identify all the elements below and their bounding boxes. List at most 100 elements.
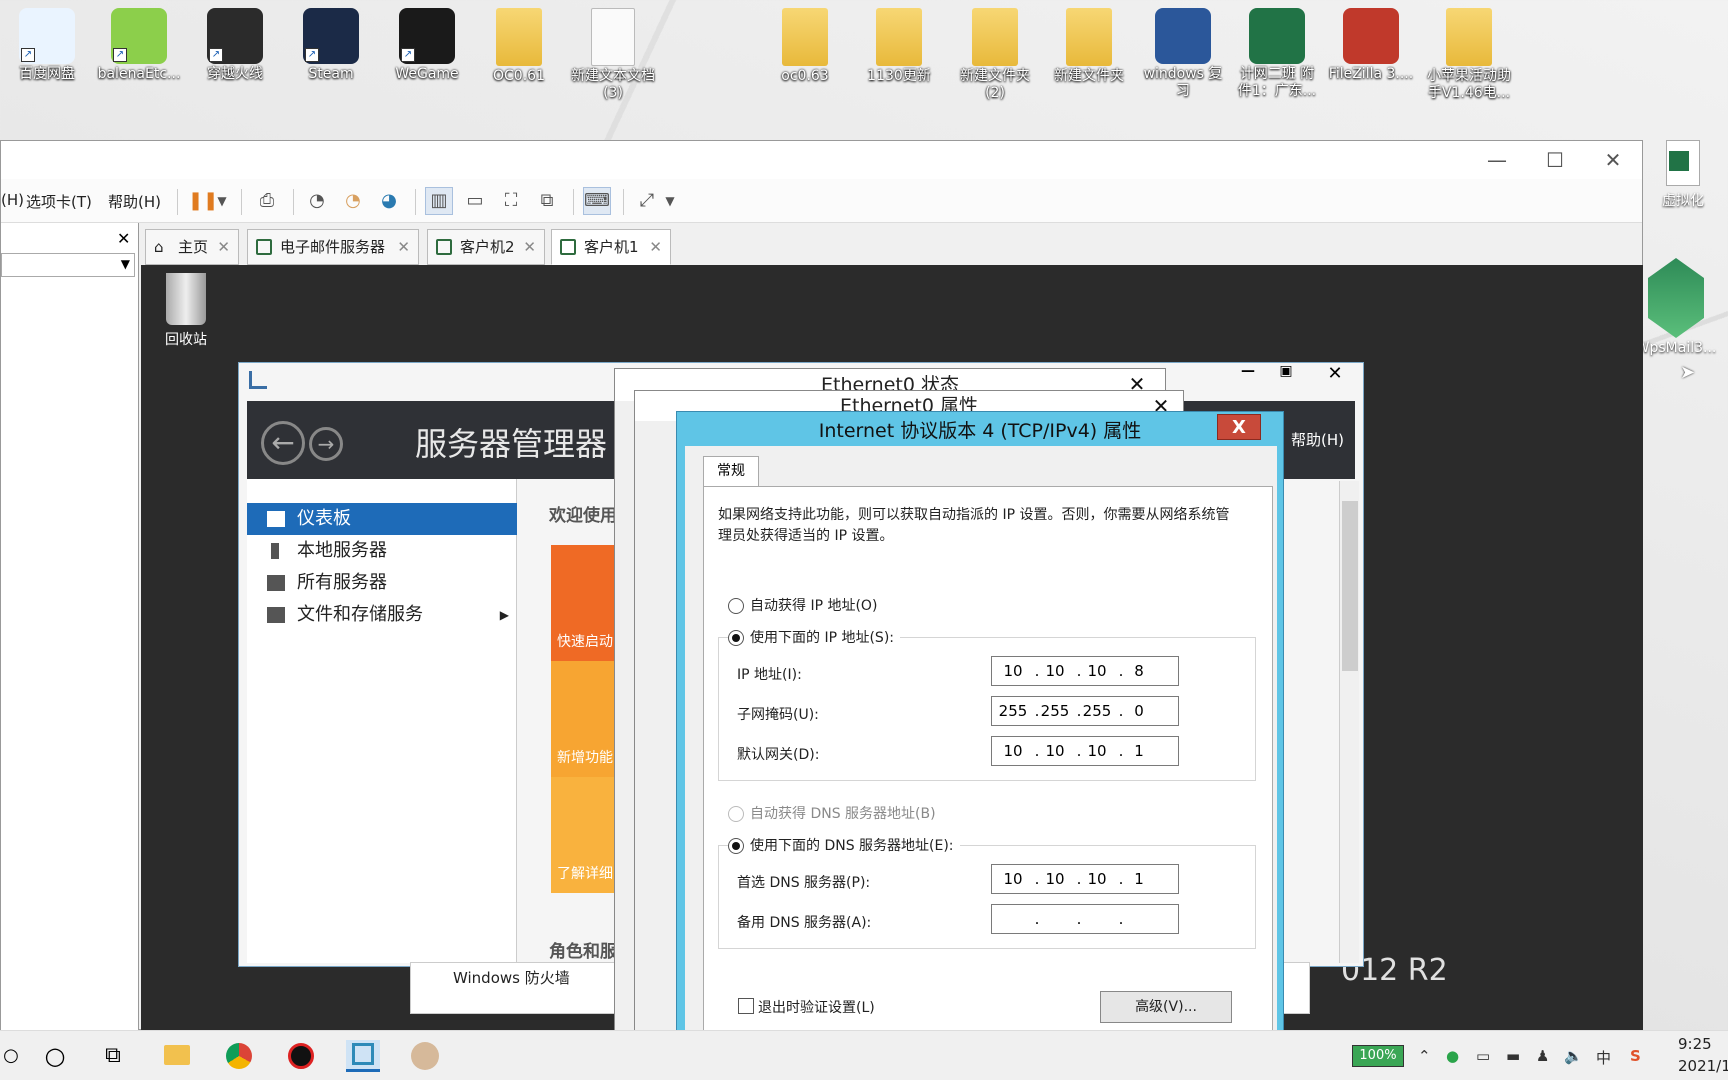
desktop-icon[interactable]: 1130更新 — [854, 8, 944, 85]
device-icon[interactable]: ▬ — [1506, 1047, 1520, 1065]
full-screen-icon[interactable]: ⛶ — [497, 187, 525, 215]
ip-octet[interactable]: 0 — [1122, 702, 1156, 720]
console-view-icon[interactable]: ⌨ — [583, 187, 611, 215]
menu-help-partial[interactable]: (H) — [1, 191, 24, 209]
auto-ip-radio[interactable]: 自动获得 IP 地址(O) — [728, 597, 877, 615]
ip-octet[interactable]: 10 — [1080, 742, 1114, 760]
unity-icon[interactable]: ⧉ — [533, 187, 561, 215]
manual-ip-radio[interactable]: 使用下面的 IP 地址(S): — [728, 629, 900, 647]
tab-close-icon[interactable]: ✕ — [397, 230, 410, 264]
ip-octet[interactable]: 255 — [1038, 702, 1072, 720]
default-gateway-field[interactable]: 10. 10. 10. 1 — [991, 736, 1179, 766]
tab-close-icon[interactable]: ✕ — [649, 230, 662, 264]
search-icon[interactable]: ○ — [38, 1040, 72, 1072]
desktop-icon[interactable]: FileZilla 3.... — [1326, 8, 1416, 83]
ime-indicator[interactable]: 中 — [1596, 1047, 1611, 1068]
ip-octet[interactable]: 10 — [1038, 742, 1072, 760]
revert-snapshot-icon[interactable]: ◔ — [339, 187, 367, 215]
desktop-icon[interactable]: oc0.63 — [760, 8, 850, 85]
tab-close-icon[interactable]: ✕ — [217, 230, 230, 264]
dropdown-arrow-icon[interactable]: ▼ — [213, 187, 231, 215]
ip-octet[interactable]: 1 — [1122, 870, 1156, 888]
battery-indicator[interactable]: 100% — [1352, 1045, 1404, 1067]
scrollbar-thumb[interactable] — [1342, 501, 1358, 671]
show-library-icon[interactable]: ▥ — [425, 187, 453, 215]
library-close-icon[interactable]: ✕ — [117, 229, 130, 248]
tab-home[interactable]: ⌂ 主页 ✕ — [145, 229, 239, 265]
nav-all-servers[interactable]: 所有服务器 — [247, 567, 517, 599]
pause-icon[interactable]: ❚❚ — [187, 187, 218, 215]
tab-close-icon[interactable]: ✕ — [523, 230, 536, 264]
tab-email-server[interactable]: 电子邮件服务器 ✕ — [247, 229, 419, 265]
menu-help[interactable]: 帮助(H) — [108, 191, 161, 212]
record-icon[interactable] — [284, 1040, 318, 1072]
desktop-icon[interactable]: windows 复 习 — [1138, 8, 1228, 100]
ip-octet[interactable]: 10 — [1080, 870, 1114, 888]
preferred-dns-field[interactable]: 10. 10. 10. 1 — [991, 864, 1179, 894]
send-ctrl-alt-del-icon[interactable]: ⎙ — [253, 187, 281, 215]
start-icon[interactable]: ○ — [0, 1040, 28, 1072]
ip-address-field[interactable]: 10. 10. 10. 8 — [991, 656, 1179, 686]
qq-icon[interactable]: ♟ — [1536, 1047, 1549, 1065]
manual-dns-radio[interactable]: 使用下面的 DNS 服务器地址(E): — [728, 837, 960, 855]
ip-octet[interactable]: 10 — [1038, 662, 1072, 680]
server-manager-minimize-button[interactable]: — — [1231, 363, 1265, 389]
menu-tabs[interactable]: 选项卡(T) — [26, 191, 92, 212]
server-manager-help-menu[interactable]: 帮助(H) — [1291, 429, 1344, 450]
snapshot-manager-icon[interactable]: ◕ — [375, 187, 403, 215]
desktop-icon[interactable]: 新建文本文档 (3) — [568, 8, 658, 102]
desktop-icon[interactable]: ↗ 穿越火线 — [190, 8, 280, 83]
desktop-icon[interactable]: ↗ balenaEtc... — [94, 8, 184, 83]
desktop-icon-virtualization[interactable]: 虚拟化 — [1640, 140, 1726, 210]
file-explorer-icon[interactable] — [160, 1040, 194, 1072]
ipv4-close-button[interactable]: X — [1217, 414, 1261, 440]
desktop-icon[interactable]: 小苹果活动助 手V1.46电... — [1424, 8, 1514, 102]
clock-date[interactable]: 2021/1 — [1678, 1057, 1728, 1075]
back-button[interactable]: ← — [261, 421, 305, 465]
desktop-icon[interactable]: OC0.61 — [474, 8, 564, 85]
snapshot-icon[interactable]: ◔ — [303, 187, 331, 215]
close-button[interactable]: ✕ — [1584, 141, 1642, 179]
stretch-guest-icon[interactable]: ⤢ — [633, 187, 661, 215]
ip-octet[interactable]: 10 — [996, 742, 1030, 760]
show-hidden-icons-icon[interactable]: ⌃ — [1418, 1047, 1431, 1065]
network-icon[interactable]: ▭ — [1476, 1047, 1490, 1065]
ip-octet[interactable]: 10 — [1080, 662, 1114, 680]
wechat-icon[interactable]: ● — [1446, 1047, 1459, 1065]
alternate-dns-field[interactable]: ... — [991, 904, 1179, 934]
maximize-button[interactable]: ☐ — [1526, 141, 1584, 179]
nav-dashboard[interactable]: 仪表板 — [247, 503, 517, 535]
server-manager-maximize-button[interactable]: ▣ — [1269, 363, 1303, 389]
forward-button[interactable]: → — [309, 427, 343, 461]
desktop-icon[interactable]: 新建文件夹 — [1044, 8, 1134, 85]
desktop-icon[interactable]: ↗ WeGame — [382, 8, 472, 83]
desktop-icon[interactable]: ↗ 百度网盘 — [2, 8, 92, 83]
app-taskbar-icon[interactable] — [408, 1040, 442, 1072]
task-view-icon[interactable]: ⧉ — [96, 1040, 130, 1072]
desktop-icon[interactable]: 新建文件夹 (2) — [950, 8, 1040, 102]
recycle-bin[interactable]: 回收站 — [151, 273, 221, 349]
tab-client1[interactable]: 客户机1 ✕ — [551, 229, 671, 265]
advanced-button[interactable]: 高级(V)... — [1100, 991, 1232, 1023]
validate-on-exit-checkbox[interactable]: 退出时验证设置(L) — [738, 997, 875, 1017]
thumbnail-bar-icon[interactable]: ▭ — [461, 187, 489, 215]
minimize-button[interactable]: — — [1468, 141, 1526, 179]
ip-octet[interactable]: 10 — [996, 870, 1030, 888]
vmware-taskbar-icon[interactable] — [346, 1040, 380, 1072]
nav-file-storage[interactable]: 文件和存储服务 ▶ — [247, 599, 517, 631]
ip-octet[interactable]: 255 — [996, 702, 1030, 720]
ip-octet[interactable]: 8 — [1122, 662, 1156, 680]
clock-time[interactable]: 9:25 — [1678, 1035, 1712, 1053]
tab-general[interactable]: 常规 — [703, 456, 759, 486]
sogou-icon[interactable]: S — [1630, 1047, 1641, 1065]
subnet-mask-field[interactable]: 255. 255. 255. 0 — [991, 696, 1179, 726]
desktop-icon[interactable]: 计网二班 附 件1：广东... — [1232, 8, 1322, 100]
desktop-icon[interactable]: ↗ Steam — [286, 8, 376, 83]
chrome-icon[interactable] — [222, 1040, 256, 1072]
server-manager-close-button[interactable]: ✕ — [1315, 363, 1355, 389]
library-search-input[interactable]: ▼ — [1, 253, 135, 277]
tab-client2[interactable]: 客户机2 ✕ — [427, 229, 545, 265]
vertical-scrollbar[interactable] — [1339, 481, 1359, 963]
ip-octet[interactable]: 10 — [996, 662, 1030, 680]
nav-local-server[interactable]: 本地服务器 — [247, 535, 517, 567]
